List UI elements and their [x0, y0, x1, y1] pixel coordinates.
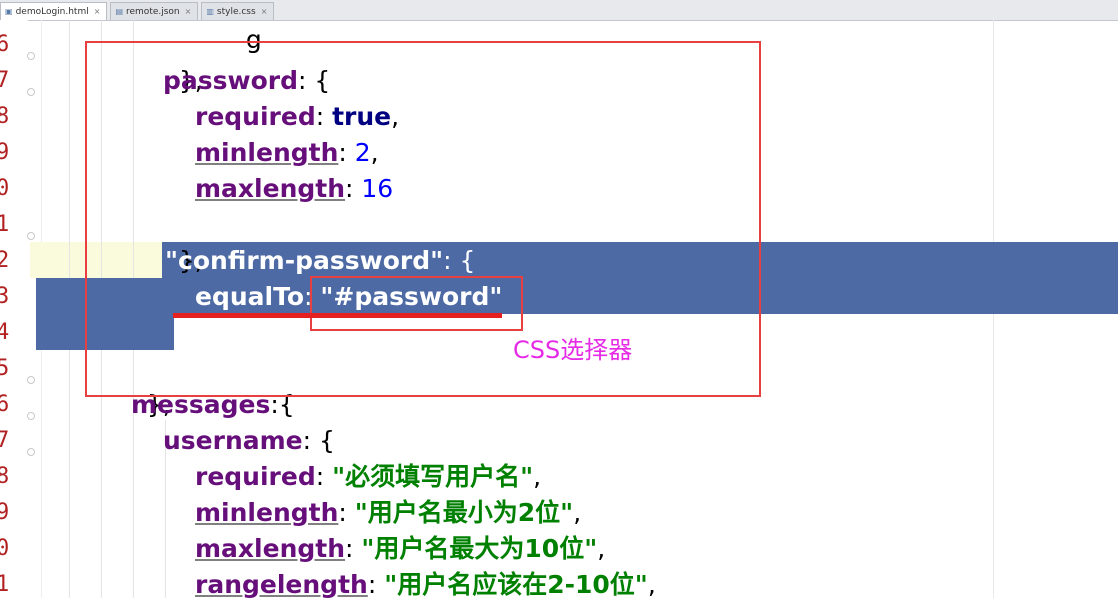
line-number: 4: [0, 320, 10, 345]
fold-marker-icon[interactable]: [27, 412, 35, 420]
code-token: "用户名最大为10位": [361, 534, 598, 563]
code-token: ,: [533, 462, 542, 491]
code-line[interactable]: minlength: "用户名最小为2位",: [195, 495, 581, 531]
annotation-box-outer: [85, 41, 761, 397]
code-token: required: [195, 462, 316, 491]
code-token: :: [345, 534, 362, 563]
tab-label: demoLogin.html: [15, 6, 89, 17]
line-number: 6: [0, 32, 10, 57]
code-token: :: [338, 498, 355, 527]
tab-demologin-html[interactable]: ▣ demoLogin.html ×: [0, 2, 108, 20]
code-token: maxlength: [195, 534, 346, 563]
line-number: 3: [0, 284, 10, 309]
css-file-icon: ▥: [206, 7, 214, 16]
code-token: ,: [573, 498, 582, 527]
code-line[interactable]: g: [230, 0, 262, 54]
code-line[interactable]: username: {: [163, 423, 335, 459]
annotation-underline: [173, 313, 502, 318]
code-token: "用户名最小为2位": [354, 498, 574, 527]
code-token: minlength: [195, 498, 339, 527]
line-number: 7: [0, 428, 10, 453]
fold-marker-icon[interactable]: [27, 232, 35, 240]
code-line[interactable]: maxlength: "用户名最大为10位",: [195, 531, 605, 567]
code-token: :: [315, 462, 333, 491]
line-number: 0: [0, 536, 10, 561]
fold-marker-icon[interactable]: [27, 376, 35, 384]
tab-label: remote.json: [126, 6, 180, 17]
line-number: 2: [0, 248, 10, 273]
fold-marker-icon[interactable]: [27, 448, 35, 456]
code-token: "必须填写用户名": [332, 462, 534, 491]
json-file-icon: ▤: [115, 7, 123, 16]
code-token: rangelength: [195, 570, 368, 599]
editor-tab-bar: ▣ demoLogin.html × ▤ remote.json × ▥ sty…: [0, 0, 1118, 21]
fold-marker-icon[interactable]: [27, 52, 35, 60]
code-token: ,: [597, 534, 606, 563]
fold-marker-icon[interactable]: [27, 88, 35, 96]
annotation-label: CSS选择器: [513, 336, 633, 364]
line-number: 0: [0, 176, 10, 201]
line-number: 1: [0, 212, 10, 237]
code-line[interactable]: required: "必须填写用户名",: [195, 459, 541, 495]
close-icon[interactable]: ×: [185, 7, 192, 16]
line-number: 6: [0, 392, 10, 417]
close-icon[interactable]: ×: [94, 7, 101, 16]
code-token: username: [163, 426, 303, 455]
code-token: ,: [647, 570, 656, 599]
line-number: 7: [0, 68, 10, 93]
code-token: :: [367, 570, 385, 599]
code-token: "用户名应该在2-10位": [384, 570, 648, 599]
line-number: 8: [0, 104, 10, 129]
tab-remote-json[interactable]: ▤ remote.json ×: [110, 2, 199, 20]
line-number: 5: [0, 356, 10, 381]
html-file-icon: ▣: [5, 7, 13, 16]
line-number: 9: [0, 140, 10, 165]
line-number: 8: [0, 464, 10, 489]
line-number: 9: [0, 500, 10, 525]
code-token: : {: [302, 426, 335, 455]
annotation-box-selector: [310, 276, 523, 331]
